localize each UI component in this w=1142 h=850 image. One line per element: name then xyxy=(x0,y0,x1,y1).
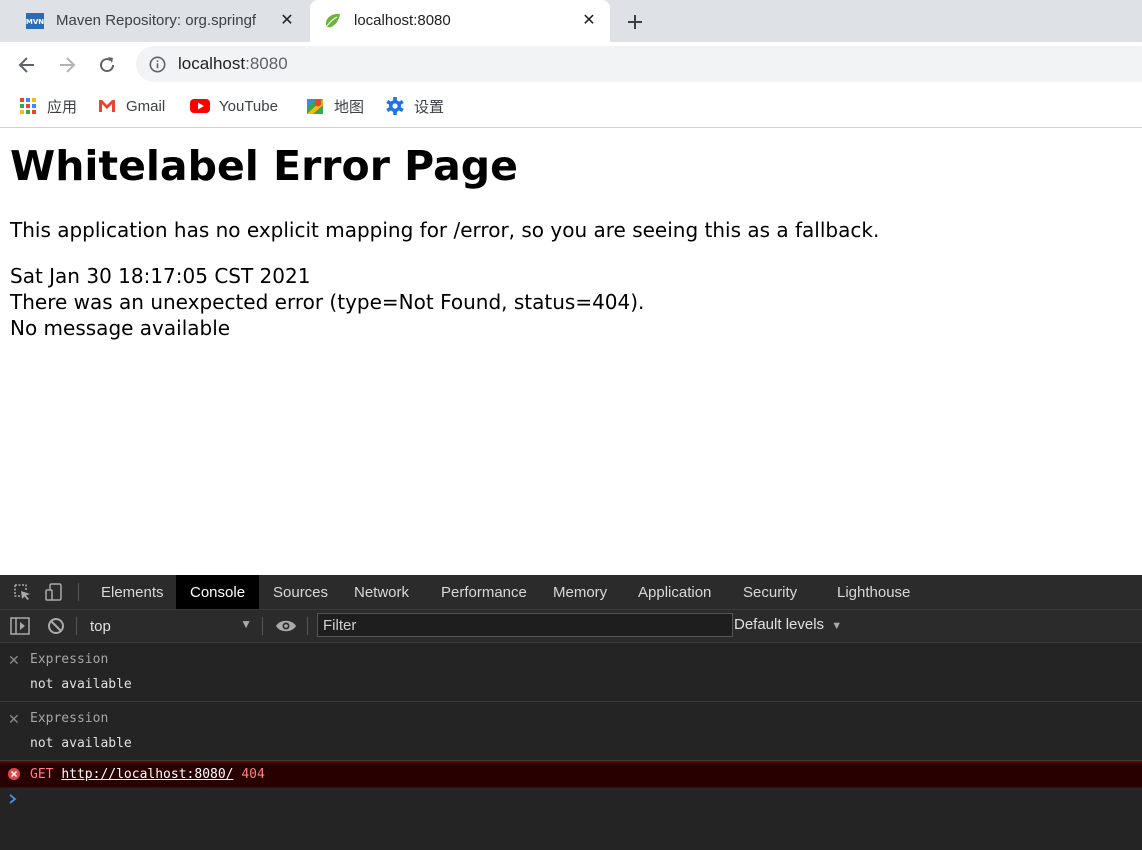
bookmark-youtube[interactable]: YouTube xyxy=(190,95,278,117)
close-icon[interactable]: ✕ xyxy=(580,11,598,29)
context-label: top xyxy=(90,617,111,635)
bookmarks-bar: 应用 Gmail YouTube 地图 设置 xyxy=(0,87,1142,128)
sidebar-toggle-icon[interactable] xyxy=(10,617,30,635)
tab-sources[interactable]: Sources xyxy=(259,575,342,609)
error-text: GET http://localhost:8080/ 404 xyxy=(30,767,265,782)
live-expression: ✕ Expression not available xyxy=(0,702,1142,761)
forward-button[interactable] xyxy=(54,52,80,78)
toolbar-divider xyxy=(307,617,308,635)
chevron-right-icon xyxy=(9,794,17,804)
tab-elements[interactable]: Elements xyxy=(88,575,177,609)
bookmark-label: Gmail xyxy=(126,97,166,115)
tab-application[interactable]: Application xyxy=(624,575,725,609)
url-text[interactable]: localhost:8080 xyxy=(178,54,288,74)
back-button[interactable] xyxy=(14,52,40,78)
console-toolbar: top ▼ Default levels ▼ xyxy=(0,610,1142,643)
maps-icon xyxy=(307,99,323,114)
device-toolbar-button[interactable] xyxy=(42,575,66,609)
bookmark-label: 设置 xyxy=(414,98,445,116)
cursor-select-icon xyxy=(14,584,30,600)
reload-icon xyxy=(100,57,115,73)
error-status: 404 xyxy=(241,767,265,782)
devtools-tab-bar: Elements Console Sources Network Perform… xyxy=(0,575,1142,610)
tab-localhost[interactable]: localhost:8080 ✕ xyxy=(310,0,610,42)
bookmark-label: 地图 xyxy=(334,98,365,116)
tab-performance[interactable]: Performance xyxy=(427,575,541,609)
remove-expression-icon[interactable]: ✕ xyxy=(8,711,20,728)
chevron-down-icon: ▼ xyxy=(831,620,843,632)
clear-console-icon[interactable] xyxy=(46,616,66,636)
url-port: :8080 xyxy=(245,54,288,73)
log-levels-label: Default levels xyxy=(734,616,825,633)
address-bar[interactable]: localhost:8080 xyxy=(136,46,1142,82)
tab-network[interactable]: Network xyxy=(340,575,423,609)
error-message: No message available xyxy=(10,316,231,340)
tab-title: localhost:8080 xyxy=(354,12,451,29)
mvn-icon-label: MVN xyxy=(26,18,44,26)
spring-leaf-icon xyxy=(325,13,340,28)
error-icon xyxy=(8,768,20,780)
device-icon xyxy=(45,583,62,601)
toolbar-divider xyxy=(76,617,77,635)
bookmark-gmail[interactable]: Gmail xyxy=(97,95,165,117)
chevron-down-icon: ▼ xyxy=(240,617,252,631)
page-title: Whitelabel Error Page xyxy=(10,142,518,190)
tab-title: Maven Repository: org.springf xyxy=(56,12,257,29)
apps-grid-icon xyxy=(20,98,36,114)
tab-lighthouse[interactable]: Lighthouse xyxy=(823,575,924,609)
close-icon[interactable]: ✕ xyxy=(278,11,296,29)
arrow-left-icon xyxy=(18,57,34,73)
expression-value: not available xyxy=(30,677,132,692)
eye-icon[interactable] xyxy=(275,617,297,635)
error-timestamp: Sat Jan 30 18:17:05 CST 2021 xyxy=(10,264,311,288)
log-levels-dropdown[interactable]: Default levels ▼ xyxy=(734,616,842,633)
youtube-icon xyxy=(190,99,210,113)
error-method: GET xyxy=(30,767,54,782)
filter-input[interactable] xyxy=(317,613,733,637)
plus-icon xyxy=(628,15,642,29)
tab-console[interactable]: Console xyxy=(176,575,259,609)
info-icon[interactable] xyxy=(149,56,166,73)
arrow-right-icon xyxy=(60,57,76,73)
browser-toolbar: localhost:8080 xyxy=(0,42,1142,87)
tab-strip: MVN Maven Repository: org.springf ✕ loca… xyxy=(0,0,1142,42)
mvn-icon: MVN xyxy=(26,13,44,29)
error-detail: There was an unexpected error (type=Not … xyxy=(10,290,645,314)
live-expression: ✕ Expression not available xyxy=(0,643,1142,702)
bookmark-settings[interactable]: 设置 xyxy=(385,95,444,117)
tab-maven-repository[interactable]: MVN Maven Repository: org.springf ✕ xyxy=(14,0,308,42)
expression-value: not available xyxy=(30,736,132,751)
remove-expression-icon[interactable]: ✕ xyxy=(8,652,20,669)
inspect-element-button[interactable] xyxy=(10,575,34,609)
new-tab-button[interactable] xyxy=(622,9,648,35)
bookmark-maps[interactable]: 地图 xyxy=(305,95,364,117)
bookmark-label: YouTube xyxy=(219,97,278,115)
context-selector[interactable]: top ▼ xyxy=(82,614,252,638)
expression-label[interactable]: Expression xyxy=(30,652,108,667)
toolbar-divider xyxy=(262,617,263,635)
tab-memory[interactable]: Memory xyxy=(539,575,621,609)
bookmark-label: 应用 xyxy=(47,98,78,116)
gear-icon xyxy=(386,97,404,115)
error-url-link[interactable]: http://localhost:8080/ xyxy=(61,767,233,782)
console-error-row: GET http://localhost:8080/ 404 xyxy=(0,762,1142,788)
reload-button[interactable] xyxy=(94,52,120,78)
devtools-panel: Elements Console Sources Network Perform… xyxy=(0,575,1142,850)
error-explanation: This application has no explicit mapping… xyxy=(10,218,880,242)
gmail-icon xyxy=(99,100,115,112)
console-prompt[interactable] xyxy=(8,791,18,809)
bookmark-apps[interactable]: 应用 xyxy=(18,95,77,117)
url-host: localhost xyxy=(178,54,246,73)
expression-label[interactable]: Expression xyxy=(30,711,108,726)
tab-security[interactable]: Security xyxy=(729,575,811,609)
toolbar-divider xyxy=(78,583,79,601)
